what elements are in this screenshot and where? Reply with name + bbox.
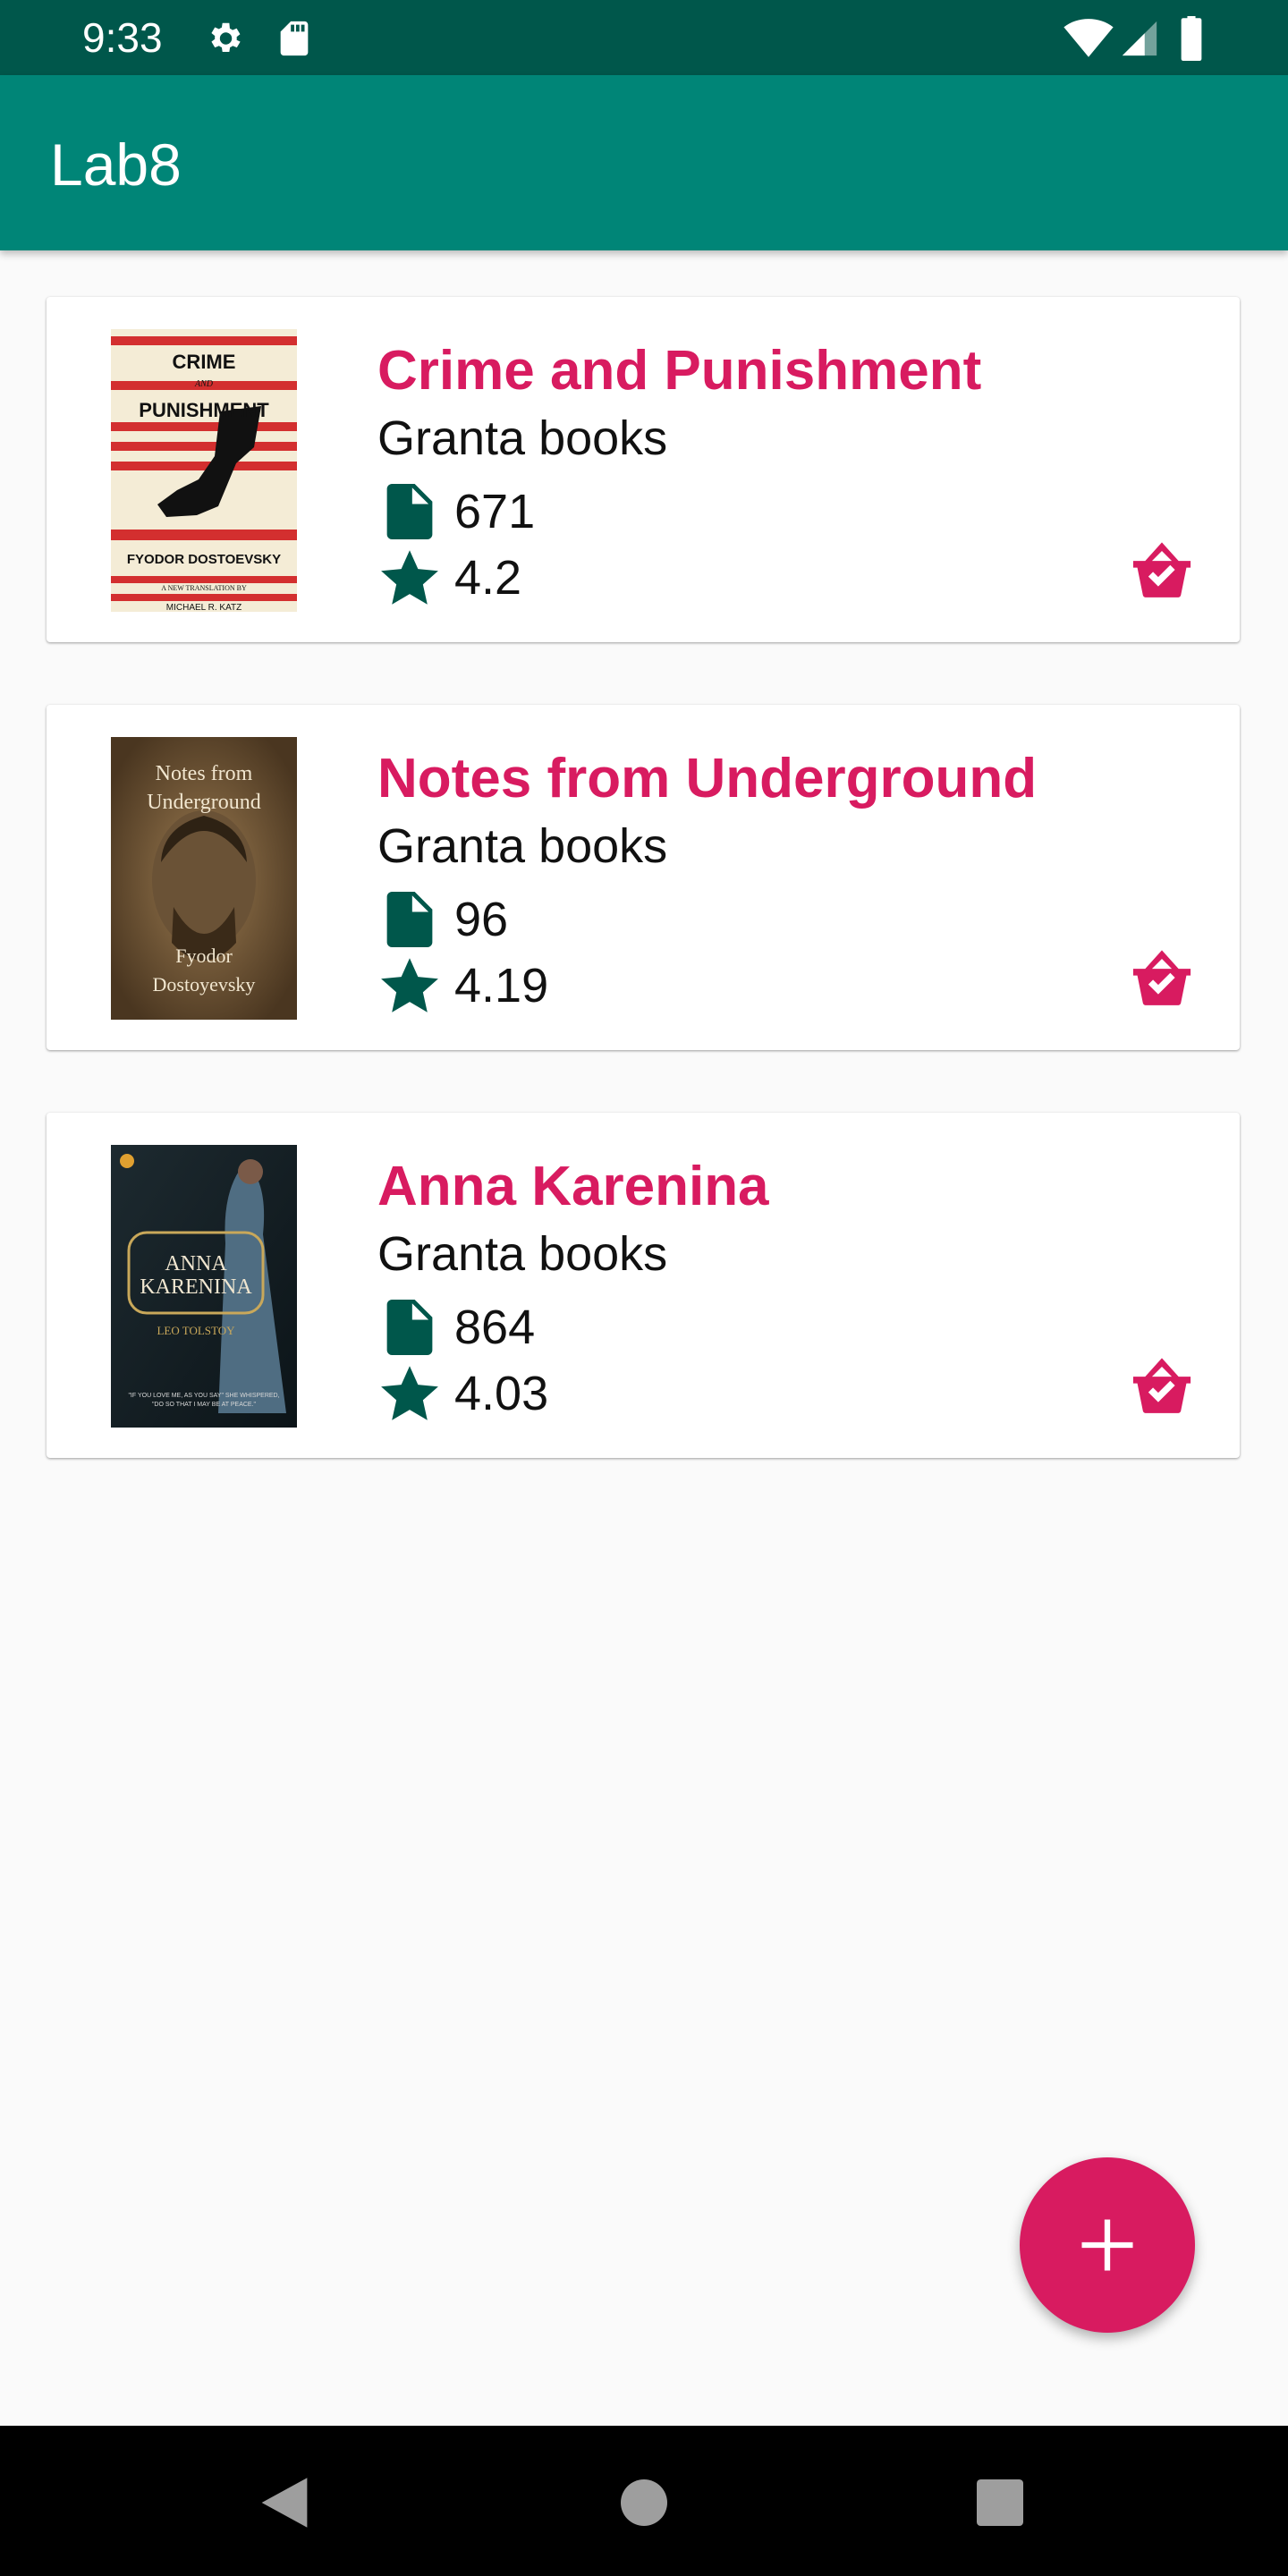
- page-count: 864: [454, 1301, 536, 1354]
- wifi-icon: [1063, 19, 1114, 57]
- file-icon: [377, 1295, 442, 1360]
- cover-author-line1: Fyodor: [175, 945, 233, 967]
- file-icon: [377, 479, 442, 544]
- cover-title-line1: CRIME: [173, 351, 236, 373]
- status-time: 9:33: [82, 14, 163, 61]
- cover-title-line2: AND: [194, 379, 214, 389]
- cover-quote-line2: "DO SO THAT I MAY BE AT PEACE.": [152, 1402, 257, 1408]
- battery-icon: [1181, 16, 1202, 61]
- book-title: Anna Karenina: [377, 1156, 769, 1217]
- book-title: Crime and Punishment: [377, 340, 982, 402]
- pages-row: 864: [377, 1295, 535, 1360]
- plus-icon: [1081, 2219, 1133, 2271]
- star-icon: [377, 953, 442, 1018]
- basket-check-icon[interactable]: [1131, 1354, 1193, 1417]
- back-icon[interactable]: [259, 2476, 309, 2529]
- rating-value: 4.19: [454, 959, 549, 1013]
- rating-row: 4.19: [377, 953, 548, 1018]
- basket-check-icon[interactable]: [1131, 946, 1193, 1009]
- settings-icon: [211, 22, 241, 52]
- book-card-crime-and-punishment[interactable]: CRIME AND PUNISHMENT FYODOR DOSTOEVSKY A…: [47, 297, 1240, 642]
- app-title: Lab8: [50, 131, 182, 198]
- cover-author: FYODOR DOSTOEVSKY: [127, 552, 281, 567]
- rating-value: 4.2: [454, 551, 522, 605]
- star-icon: [377, 1361, 442, 1426]
- book-publisher: Granta books: [377, 1227, 668, 1281]
- cover-author: LEO TOLSTOY: [157, 1324, 235, 1337]
- cover-title-line3: PUNISHMENT: [139, 399, 269, 421]
- status-bar: 9:33: [0, 0, 1288, 75]
- cover-translator: MICHAEL R. KATZ: [166, 603, 242, 612]
- star-icon: [377, 546, 442, 610]
- basket-check-icon[interactable]: [1131, 538, 1193, 601]
- book-cover: ANNA KARENINA LEO TOLSTOY "IF YOU LOVE M…: [111, 1145, 297, 1428]
- navigation-bar: [0, 2426, 1288, 2576]
- book-card-anna-karenina[interactable]: ANNA KARENINA LEO TOLSTOY "IF YOU LOVE M…: [47, 1113, 1240, 1458]
- book-card-notes-from-underground[interactable]: Notes from Underground Fyodor Dostoyevsk…: [47, 705, 1240, 1050]
- rating-row: 4.2: [377, 546, 521, 610]
- signal-icon: [1122, 21, 1157, 56]
- cover-title-line2: Underground: [147, 791, 261, 814]
- home-icon[interactable]: [621, 2479, 667, 2526]
- book-cover: CRIME AND PUNISHMENT FYODOR DOSTOEVSKY A…: [111, 329, 297, 612]
- book-publisher: Granta books: [377, 819, 668, 873]
- cover-title-line1: ANNA: [165, 1252, 227, 1275]
- recents-icon[interactable]: [977, 2479, 1023, 2526]
- cover-note: A NEW TRANSLATION BY: [161, 584, 247, 592]
- pages-row: 671: [377, 479, 535, 544]
- book-cover: Notes from Underground Fyodor Dostoyevsk…: [111, 737, 297, 1020]
- book-publisher: Granta books: [377, 411, 668, 465]
- add-book-button[interactable]: [1020, 2157, 1195, 2333]
- cover-title-line2: KARENINA: [140, 1275, 252, 1299]
- sd-card-icon: [280, 21, 309, 56]
- book-title: Notes from Underground: [377, 748, 1038, 809]
- rating-row: 4.03: [377, 1361, 548, 1426]
- rating-value: 4.03: [454, 1367, 549, 1420]
- cover-quote-line1: "IF YOU LOVE ME, AS YOU SAY" SHE WHISPER…: [128, 1393, 279, 1399]
- page-count: 671: [454, 485, 536, 538]
- file-icon: [377, 887, 442, 952]
- cover-author-line2: Dostoyevsky: [153, 973, 256, 996]
- page-count: 96: [454, 893, 509, 946]
- app-bar: Lab8: [0, 75, 1288, 250]
- cover-title-line1: Notes from: [156, 762, 253, 785]
- pages-row: 96: [377, 887, 508, 952]
